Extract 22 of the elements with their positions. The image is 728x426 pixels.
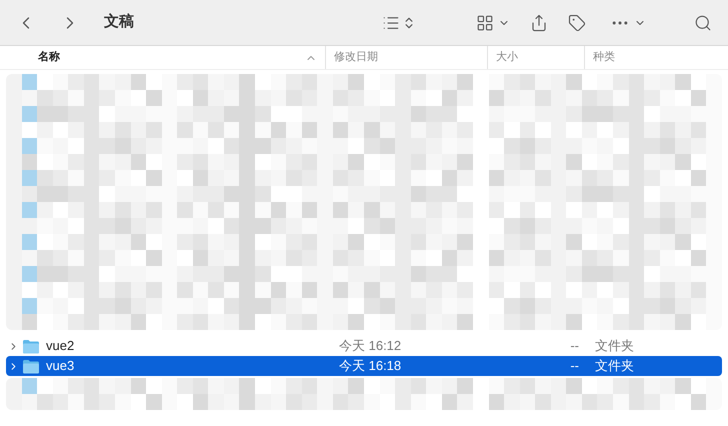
file-kind: 文件夹 [594,337,634,356]
column-heading[interactable]: 种类 [593,49,615,66]
grid-icon[interactable] [476,14,494,32]
modified-date: 今天 16:18 [338,357,402,376]
column-heading[interactable]: 修改日期 [334,49,378,66]
modified-date: 今天 16:12 [338,337,402,356]
file-size: -- [569,337,580,356]
window-title: 文稿 [104,12,134,32]
tag-icon[interactable] [568,14,586,32]
file-row[interactable]: vue2 今天 16:12 -- 文件夹 [6,336,722,356]
column-heading[interactable]: 名称 [38,49,60,66]
file-size: -- [569,357,580,376]
share-icon[interactable] [530,14,548,32]
column-heading[interactable]: 大小 [496,49,518,66]
file-name: vue2 [46,337,74,356]
group-button[interactable] [476,14,510,32]
file-row[interactable]: vue3 今天 16:18 -- 文件夹 [6,356,722,376]
folder-icon [22,358,40,374]
file-kind: 文件夹 [594,357,634,376]
file-name: vue3 [46,357,74,376]
search-icon[interactable] [694,14,712,32]
folder-icon [22,338,40,354]
